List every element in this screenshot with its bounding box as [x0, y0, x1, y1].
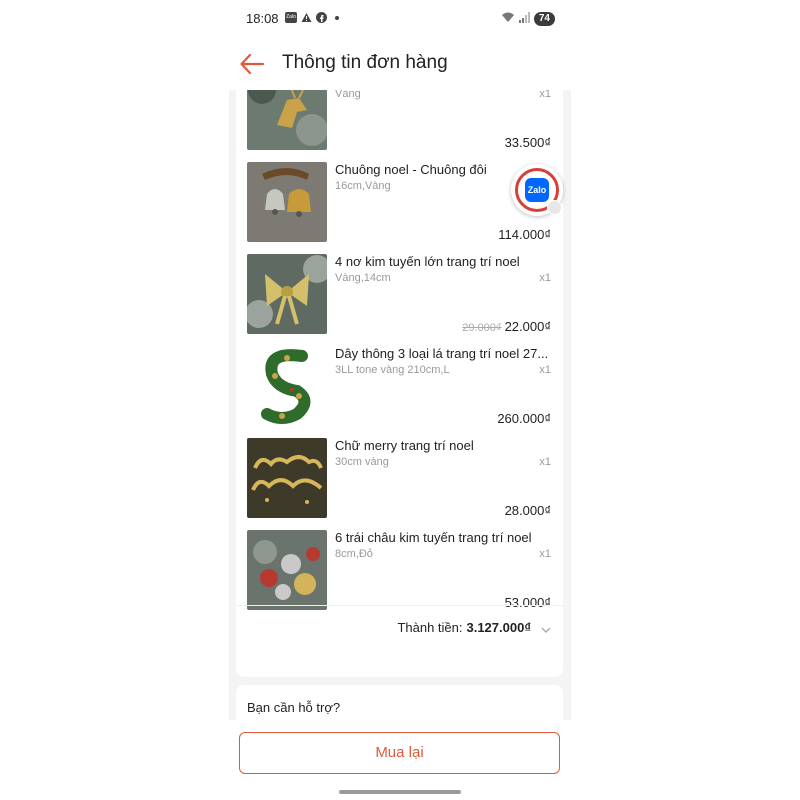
product-price: 114.000₫ — [498, 227, 551, 242]
product-name: Dây thông 3 loại lá trang trí noel 27... — [335, 346, 549, 361]
product-price: 260.000₫ — [497, 411, 551, 426]
product-variant: Vàng — [335, 90, 361, 100]
status-bar: 18:08 Zalo 74 — [229, 0, 571, 38]
divider — [236, 605, 563, 606]
product-quantity: x1 — [539, 548, 551, 560]
order-item[interactable]: Vàng x1 33.500₫ — [236, 90, 563, 160]
zalo-notification-icon: Zalo — [285, 12, 297, 23]
product-thumbnail — [247, 90, 327, 150]
product-price: 28.000₫ — [505, 503, 551, 518]
product-thumbnail — [247, 254, 327, 334]
chevron-down-icon[interactable] — [541, 623, 551, 633]
product-price-value: 33.500₫ — [504, 135, 551, 150]
product-thumbnail — [247, 530, 327, 610]
order-item[interactable]: Dây thông 3 loại lá trang trí noel 27...… — [236, 346, 563, 436]
product-thumbnail — [247, 346, 327, 426]
product-price: 29.000₫ 22.000₫ — [462, 319, 551, 334]
product-quantity: x1 — [539, 364, 551, 376]
product-name: 6 trái châu kim tuyến trang trí noel — [335, 530, 532, 545]
order-total-row[interactable]: Thành tiền: 3.127.000₫ — [397, 620, 551, 635]
product-price: 53.000₫ — [505, 595, 551, 610]
product-original-price: 29.000₫ — [462, 322, 502, 334]
system-icons: 74 — [501, 11, 555, 26]
product-quantity: x1 — [539, 456, 551, 468]
order-item[interactable]: 4 nơ kim tuyến lớn trang trí noel Vàng,1… — [236, 254, 563, 344]
zalo-logo-icon: Zalo — [525, 178, 549, 202]
product-price-value: 114.000₫ — [498, 227, 551, 242]
more-notifications-dot-icon — [335, 15, 339, 20]
page-title: Thông tin đơn hàng — [282, 52, 448, 73]
zalo-chat-bubble[interactable]: Zalo — [511, 164, 563, 216]
order-item[interactable]: Chữ merry trang trí noel 30cm vàng x1 28… — [236, 438, 563, 528]
signal-icon — [518, 11, 530, 26]
product-variant: 30cm vàng — [335, 456, 389, 468]
product-variant: 8cm,Đỏ — [335, 548, 373, 560]
product-price: 33.500₫ — [505, 135, 551, 150]
product-price-value: 28.000₫ — [504, 503, 551, 518]
notification-icons: Zalo — [285, 12, 339, 23]
total-label: Thành tiền: — [397, 620, 463, 635]
user-avatar-icon — [547, 200, 562, 215]
support-title: Bạn cần hỗ trợ? — [247, 700, 341, 715]
product-thumbnail — [247, 162, 327, 242]
product-variant: Vàng,14cm — [335, 272, 391, 284]
product-price-value: 53.000₫ — [504, 595, 551, 610]
home-indicator[interactable] — [339, 790, 461, 794]
product-name: Chữ merry trang trí noel — [335, 438, 474, 453]
battery-indicator: 74 — [533, 11, 555, 26]
product-name: 4 nơ kim tuyến lớn trang trí noel — [335, 254, 520, 269]
back-arrow-icon[interactable] — [239, 52, 265, 76]
support-card[interactable]: Bạn cần hỗ trợ? — [236, 685, 563, 720]
product-variant: 16cm,Vàng — [335, 180, 391, 192]
product-price-value: 260.000₫ — [497, 411, 551, 426]
product-thumbnail — [247, 438, 327, 518]
warning-icon — [301, 12, 312, 23]
phone-screen: 18:08 Zalo 74 Thông tin đơn hàng Vàng x1… — [229, 0, 571, 800]
bottom-action-bar: Mua lại — [229, 720, 571, 800]
product-variant: 3LL tone vàng 210cm,L — [335, 364, 450, 376]
product-quantity: x1 — [539, 90, 551, 100]
total-value: 3.127.000₫ — [466, 620, 531, 635]
product-price-value: 22.000₫ — [504, 319, 551, 334]
facebook-icon — [316, 12, 327, 23]
rebuy-button[interactable]: Mua lại — [239, 732, 560, 774]
app-header: Thông tin đơn hàng — [229, 38, 571, 90]
order-item[interactable]: 6 trái châu kim tuyến trang trí noel 8cm… — [236, 530, 563, 620]
product-quantity: x1 — [539, 272, 551, 284]
status-time: 18:08 — [246, 11, 279, 26]
wifi-icon — [501, 11, 515, 26]
